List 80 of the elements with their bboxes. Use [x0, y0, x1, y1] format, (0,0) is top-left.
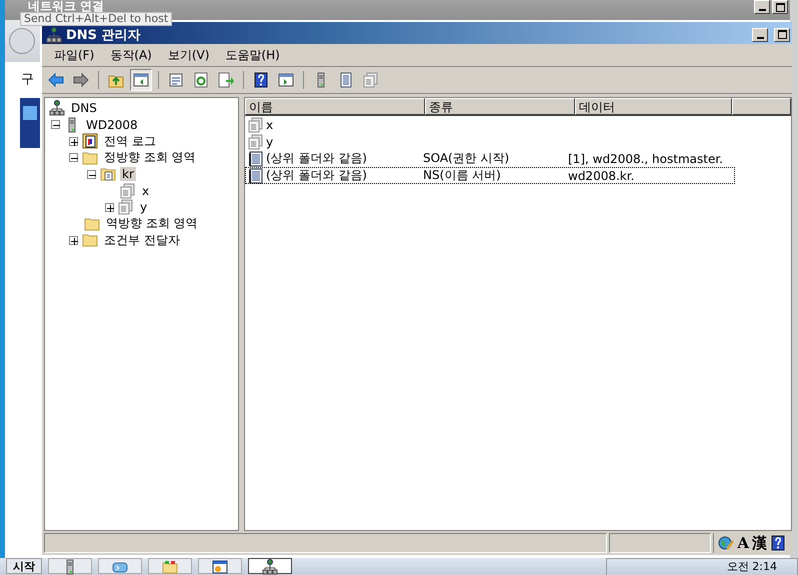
expand-toggle[interactable]: [69, 136, 78, 146]
column-header[interactable]: 이름: [245, 98, 425, 115]
taskbar-button[interactable]: [48, 558, 92, 574]
table-cell: NS(이름 서버): [423, 168, 501, 182]
back-icon: [48, 72, 64, 88]
column-header[interactable]: 종류: [425, 98, 575, 115]
domain-icon: [118, 199, 134, 216]
help-icon: [770, 535, 786, 551]
list-row[interactable]: (상위 폴더와 같음) SOA(권한 시작) [1], wd2008., hostmaster.: [245, 150, 735, 167]
tree-item[interactable]: x: [140, 184, 152, 198]
table-cell: (상위 폴더와 같음): [266, 167, 367, 184]
column-header[interactable]: [732, 98, 791, 115]
menu-item[interactable]: 파일(F): [46, 46, 102, 64]
pane-icon: [278, 72, 294, 88]
ime-indicator[interactable]: 漢: [752, 534, 767, 552]
maximize-button[interactable]: [774, 28, 790, 42]
folder-icon: [84, 216, 100, 232]
folder-icon: [82, 232, 98, 248]
menu-item[interactable]: 보기(V): [160, 46, 218, 64]
toolbar-label: 구: [21, 71, 34, 88]
dns-icon: [49, 100, 65, 116]
clock: 오전 2:14: [726, 559, 777, 575]
tree-item[interactable]: DNS: [69, 101, 99, 116]
expand-toggle[interactable]: [69, 236, 78, 245]
table-cell: y: [266, 134, 274, 148]
expand-toggle[interactable]: [105, 202, 114, 212]
window-icon: [212, 559, 228, 575]
properties-icon: [168, 72, 184, 88]
expand-toggle[interactable]: [69, 153, 78, 162]
dns-icon: [262, 559, 278, 575]
forward-icon: [73, 72, 89, 88]
tree-item[interactable]: 역방향 조회 영역: [104, 215, 200, 232]
list-row[interactable]: y: [245, 133, 735, 150]
domain-icon: [248, 116, 264, 132]
table-cell: SOA(권한 시작): [423, 151, 510, 165]
tree-item[interactable]: WD2008: [84, 118, 140, 132]
expand-toggle[interactable]: [51, 120, 60, 130]
folders-icon: [162, 559, 178, 575]
taskbar-button[interactable]: [198, 558, 242, 574]
tooltip: Send Ctrl+Alt+Del to host: [20, 12, 172, 26]
restore-button[interactable]: [772, 0, 788, 14]
help-icon: [253, 72, 269, 88]
domain-icon: [120, 182, 136, 199]
tree-item[interactable]: y: [138, 200, 150, 214]
list-icon: [338, 72, 354, 88]
taskbar-button[interactable]: [248, 558, 292, 574]
toolbar-button[interactable]: [130, 69, 152, 91]
table-cell: wd2008.kr.: [568, 168, 634, 182]
tree-item[interactable]: 정방향 조회 영역: [102, 149, 198, 166]
table-cell: x: [266, 118, 274, 132]
list-row[interactable]: (상위 폴더와 같음) NS(이름 서버) wd2008.kr.: [245, 167, 735, 184]
list-row[interactable]: x: [245, 116, 735, 133]
record-icon: [248, 168, 264, 184]
monitor-icon: [20, 98, 40, 148]
tree-icon: [133, 72, 149, 88]
folder-icon: [82, 150, 98, 166]
menu-item[interactable]: 도움말(H): [217, 46, 288, 64]
tree-item[interactable]: 조건부 전달자: [102, 232, 182, 249]
table-cell: [1], wd2008., hostmaster.: [568, 152, 723, 166]
column-header[interactable]: 데이터: [575, 98, 732, 115]
domain-icon: [248, 134, 264, 150]
minimize-button[interactable]: [754, 0, 770, 14]
zone-icon: [100, 166, 116, 182]
refresh-icon: [193, 72, 209, 88]
menu-item[interactable]: 동작(A): [102, 46, 160, 64]
ime-indicator[interactable]: A: [737, 534, 749, 552]
window-title: 네트워크 연결: [28, 0, 104, 13]
tree-item[interactable]: 전역 로그: [102, 132, 158, 150]
minimize-button[interactable]: [752, 28, 768, 42]
table-cell: (상위 폴더와 같음): [266, 150, 367, 167]
record-icon: [248, 150, 264, 166]
expand-toggle[interactable]: [87, 170, 96, 179]
export-icon: [218, 72, 234, 88]
dns-icon: [46, 26, 62, 42]
start-button[interactable]: 시작: [6, 558, 42, 574]
log-icon: [82, 133, 98, 150]
window-title: DNS 관리자: [66, 26, 141, 44]
copy-icon: [363, 72, 379, 88]
tree-item[interactable]: kr: [120, 167, 136, 182]
globe-icon: [718, 535, 734, 551]
